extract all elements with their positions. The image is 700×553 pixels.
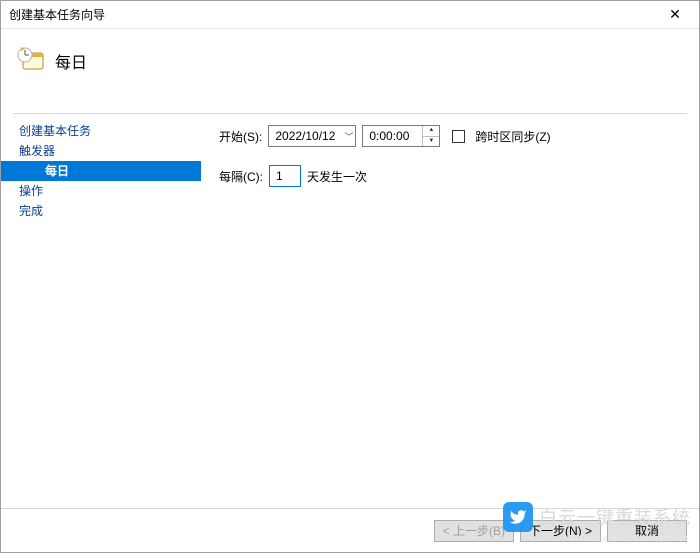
sidebar-item-daily[interactable]: 每日 (1, 161, 201, 181)
sync-timezone-label: 跨时区同步(Z) (475, 128, 550, 145)
close-icon: ✕ (669, 6, 681, 23)
window-title: 创建基本任务向导 (9, 6, 105, 23)
start-date-input[interactable]: 2022/10/12 ﹀ (268, 125, 356, 147)
task-scheduler-icon (17, 45, 45, 73)
content-area: 创建基本任务 触发器 每日 操作 完成 开始(S): 2022/10/12 ﹀ … (1, 115, 699, 504)
start-label: 开始(S): (219, 128, 262, 145)
page-title: 每日 (55, 49, 87, 73)
cancel-button[interactable]: 取消 (607, 520, 687, 542)
interval-suffix: 天发生一次 (307, 168, 367, 185)
sidebar-item-trigger[interactable]: 触发器 (1, 141, 201, 161)
spinner-up-icon[interactable]: ▲ (423, 126, 439, 137)
sync-timezone-checkbox[interactable] (452, 130, 465, 143)
sidebar-item-finish[interactable]: 完成 (1, 201, 201, 221)
time-spinner[interactable]: ▲ ▼ (422, 126, 439, 146)
back-button[interactable]: < 上一步(B) (434, 520, 514, 542)
interval-input[interactable]: 1 (269, 165, 301, 187)
sidebar-item-create-basic-task[interactable]: 创建基本任务 (1, 121, 201, 141)
interval-row: 每隔(C): 1 天发生一次 (219, 165, 681, 187)
chevron-down-icon: ﹀ (344, 130, 353, 143)
start-date-value: 2022/10/12 (275, 129, 335, 143)
start-time-input[interactable]: 0:00:00 ▲ ▼ (362, 125, 440, 147)
interval-label: 每隔(C): (219, 168, 263, 185)
close-button[interactable]: ✕ (655, 2, 695, 28)
sidebar-item-action[interactable]: 操作 (1, 181, 201, 201)
start-time-value: 0:00:00 (369, 129, 409, 143)
footer: < 上一步(B) 下一步(N) > 取消 (1, 508, 699, 552)
main-panel: 开始(S): 2022/10/12 ﹀ 0:00:00 ▲ ▼ 跨时区同步(Z) (201, 115, 699, 504)
header-divider (13, 113, 687, 114)
header: 每日 (1, 29, 699, 99)
spinner-down-icon[interactable]: ▼ (423, 137, 439, 147)
wizard-steps-sidebar: 创建基本任务 触发器 每日 操作 完成 (1, 115, 201, 504)
start-row: 开始(S): 2022/10/12 ﹀ 0:00:00 ▲ ▼ 跨时区同步(Z) (219, 125, 681, 147)
next-button[interactable]: 下一步(N) > (520, 520, 601, 542)
titlebar: 创建基本任务向导 ✕ (1, 1, 699, 29)
wizard-window: 创建基本任务向导 ✕ 每日 创建基本任务 触发器 每日 操作 完成 (0, 0, 700, 553)
